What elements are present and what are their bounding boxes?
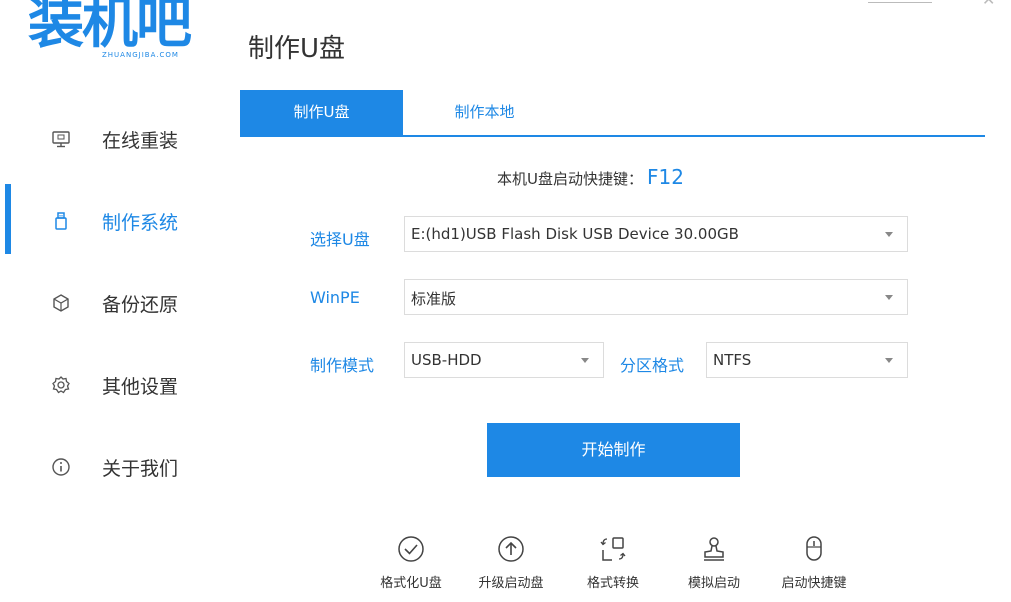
cube-icon: [53, 294, 69, 312]
hotkey-value: F12: [646, 165, 684, 189]
tool-boot-hotkey[interactable]: 启动快捷键: [769, 534, 859, 596]
upload-icon: [498, 536, 524, 562]
tool-format-usb[interactable]: 格式化U盘: [366, 534, 456, 596]
check-circle-icon: [398, 536, 424, 562]
tool-label: 模拟启动: [687, 576, 740, 591]
usb-select-label: 选择U盘: [310, 230, 370, 249]
tool-upgrade-boot-disk[interactable]: 升级启动盘: [466, 534, 556, 596]
tool-label: 升级启动盘: [478, 576, 544, 591]
usb-icon: [55, 212, 67, 230]
chevron-down-icon: [885, 358, 893, 363]
mode-select-label: 制作模式: [310, 356, 375, 375]
sidebar-item-label: 关于我们: [102, 458, 179, 480]
info-icon: [52, 458, 70, 476]
stamp-icon: [704, 537, 724, 561]
logo-text: 装机吧: [28, 0, 192, 56]
partition-select[interactable]: NTFS: [706, 342, 908, 378]
minimize-button[interactable]: [868, 0, 932, 6]
chevron-down-icon: [885, 232, 893, 237]
winpe-select-label: WinPE: [310, 288, 360, 307]
tool-label: 格式转换: [586, 576, 639, 591]
page-title: 制作U盘: [248, 34, 346, 64]
monitor-icon: [52, 131, 70, 148]
minimize-icon: [868, 2, 932, 3]
tab-bar: 制作U盘 制作本地: [240, 90, 985, 137]
winpe-select[interactable]: 标准版: [404, 279, 908, 315]
sidebar-item-backup-restore[interactable]: 备份还原: [0, 275, 220, 331]
app-window: 装机吧 ZHUANGJIBA.COM ✕ 制作U盘 在线重装: [0, 0, 1011, 602]
mode-select[interactable]: USB-HDD: [404, 342, 604, 378]
sidebar-item-label: 其他设置: [102, 376, 179, 398]
sidebar-item-label: 制作系统: [102, 212, 179, 234]
logo-subtext: ZHUANGJIBA.COM: [102, 51, 179, 59]
winpe-select-value: 标准版: [411, 290, 457, 308]
close-icon: ✕: [982, 0, 995, 9]
tool-simulate-boot[interactable]: 模拟启动: [669, 534, 759, 596]
app-logo: 装机吧 ZHUANGJIBA.COM: [28, 0, 218, 72]
start-make-button[interactable]: 开始制作: [487, 423, 740, 477]
sidebar-item-other-settings[interactable]: 其他设置: [0, 357, 220, 413]
hotkey-label: 本机U盘启动快捷键：: [497, 170, 643, 188]
tool-label: 启动快捷键: [781, 576, 847, 591]
tool-format-convert[interactable]: 格式转换: [568, 534, 658, 596]
tool-label: 格式化U盘: [380, 576, 442, 591]
mouse-icon: [806, 536, 822, 561]
mode-select-value: USB-HDD: [411, 351, 482, 369]
sidebar-item-about-us[interactable]: 关于我们: [0, 439, 220, 495]
usb-select-value: E:(hd1)USB Flash Disk USB Device 30.00GB: [411, 225, 739, 243]
chevron-down-icon: [885, 295, 893, 300]
close-button[interactable]: ✕: [982, 0, 995, 8]
partition-select-value: NTFS: [713, 351, 752, 369]
tab-make-usb[interactable]: 制作U盘: [240, 90, 403, 135]
usb-select[interactable]: E:(hd1)USB Flash Disk USB Device 30.00GB: [404, 216, 908, 252]
sidebar-item-online-reinstall[interactable]: 在线重装: [0, 111, 220, 167]
partition-select-label: 分区格式: [620, 356, 685, 375]
chevron-down-icon: [581, 358, 589, 363]
gear-icon: [52, 376, 70, 394]
convert-icon: [600, 537, 626, 561]
sidebar-item-make-system[interactable]: 制作系统: [0, 193, 220, 249]
sidebar-item-label: 备份还原: [102, 294, 179, 316]
tab-make-local[interactable]: 制作本地: [403, 90, 566, 135]
hotkey-info: 本机U盘启动快捷键： F12: [497, 165, 684, 189]
sidebar-item-label: 在线重装: [102, 130, 179, 152]
